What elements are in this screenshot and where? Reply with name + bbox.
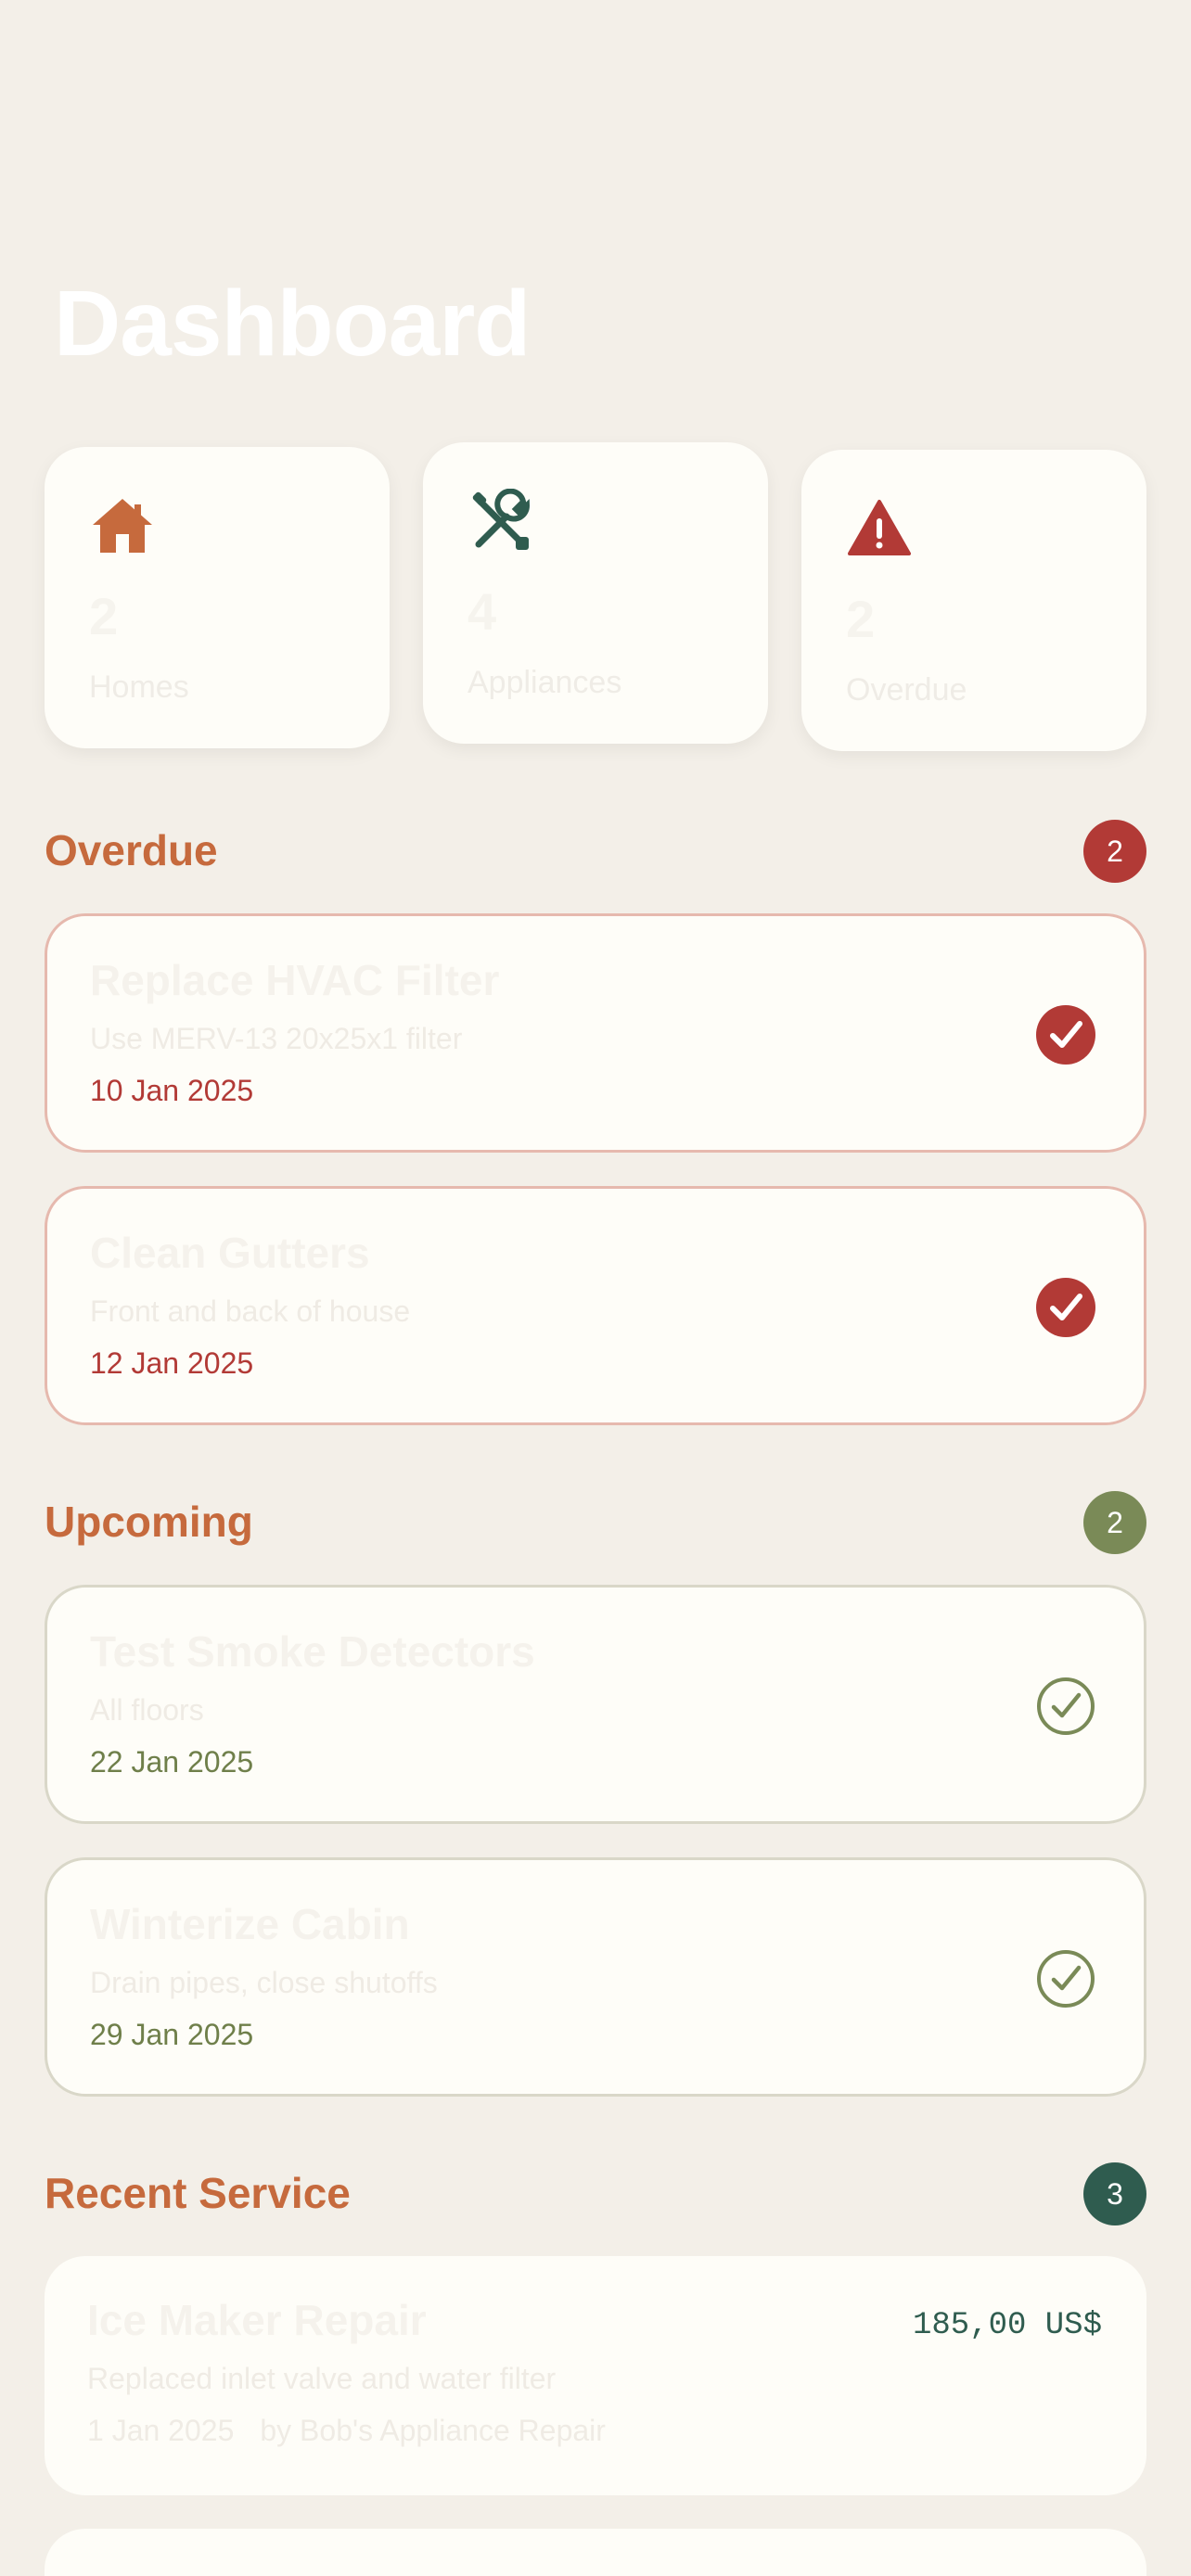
- overdue-count-badge: 2: [1083, 820, 1146, 883]
- service-cost: 185,00 US$: [912, 2308, 1102, 2343]
- task-subtitle: All floors: [90, 1693, 204, 1727]
- stat-label: Appliances: [467, 665, 622, 700]
- task-card[interactable]: Clean Gutters Front and back of house 12…: [45, 1186, 1146, 1425]
- section-title-overdue: Overdue: [45, 826, 218, 874]
- task-due-date: 10 Jan 2025: [90, 1074, 254, 1107]
- service-date: 1 Jan 2025: [87, 2414, 235, 2447]
- recent-service-count-badge: 3: [1083, 2162, 1146, 2225]
- house-icon: [93, 499, 152, 553]
- task-subtitle: Drain pipes, close shutoffs: [90, 1966, 438, 1999]
- service-provider: by Bob's Appliance Repair: [260, 2414, 606, 2447]
- service-card[interactable]: [45, 2529, 1146, 2576]
- task-due-date: 22 Jan 2025: [90, 1745, 254, 1779]
- complete-checkmark-icon[interactable]: [1036, 1677, 1095, 1736]
- stat-card-homes[interactable]: 2 Homes: [45, 447, 390, 748]
- task-title: Clean Gutters: [90, 1229, 370, 1277]
- task-card[interactable]: Test Smoke Detectors All floors 22 Jan 2…: [45, 1585, 1146, 1824]
- stat-label: Overdue: [846, 672, 967, 708]
- stat-value: 2: [89, 587, 119, 645]
- service-meta: 1 Jan 2025 by Bob's Appliance Repair: [87, 2414, 606, 2448]
- dashboard-screen: Dashboard 2 Homes 4 Appliances 2 Overdue…: [0, 0, 1191, 2576]
- section-title-recent-service: Recent Service: [45, 2169, 351, 2217]
- service-title: Ice Maker Repair: [87, 2296, 427, 2344]
- task-subtitle: Use MERV-13 20x25x1 filter: [90, 1022, 463, 1055]
- stat-value: 2: [846, 590, 876, 648]
- complete-checkmark-icon[interactable]: [1036, 1005, 1095, 1065]
- page-title: Dashboard: [54, 272, 531, 376]
- task-subtitle: Front and back of house: [90, 1294, 411, 1328]
- task-due-date: 12 Jan 2025: [90, 1346, 254, 1380]
- stat-card-appliances[interactable]: 4 Appliances: [423, 442, 768, 744]
- task-title: Winterize Cabin: [90, 1900, 410, 1948]
- upcoming-count-badge: 2: [1083, 1491, 1146, 1554]
- tools-icon: [472, 489, 530, 550]
- task-due-date: 29 Jan 2025: [90, 2018, 254, 2051]
- section-title-upcoming: Upcoming: [45, 1498, 253, 1546]
- task-card[interactable]: Replace HVAC Filter Use MERV-13 20x25x1 …: [45, 913, 1146, 1153]
- complete-checkmark-icon[interactable]: [1036, 1949, 1095, 2009]
- stat-value: 4: [467, 582, 497, 641]
- task-card[interactable]: Winterize Cabin Drain pipes, close shuto…: [45, 1857, 1146, 2097]
- stat-card-overdue[interactable]: 2 Overdue: [801, 450, 1146, 751]
- service-card[interactable]: Ice Maker Repair Replaced inlet valve an…: [45, 2256, 1146, 2495]
- service-description: Replaced inlet valve and water filter: [87, 2362, 557, 2395]
- stat-label: Homes: [89, 670, 189, 705]
- warning-icon: [848, 500, 911, 555]
- task-title: Replace HVAC Filter: [90, 956, 500, 1004]
- complete-checkmark-icon[interactable]: [1036, 1278, 1095, 1337]
- task-title: Test Smoke Detectors: [90, 1627, 535, 1676]
